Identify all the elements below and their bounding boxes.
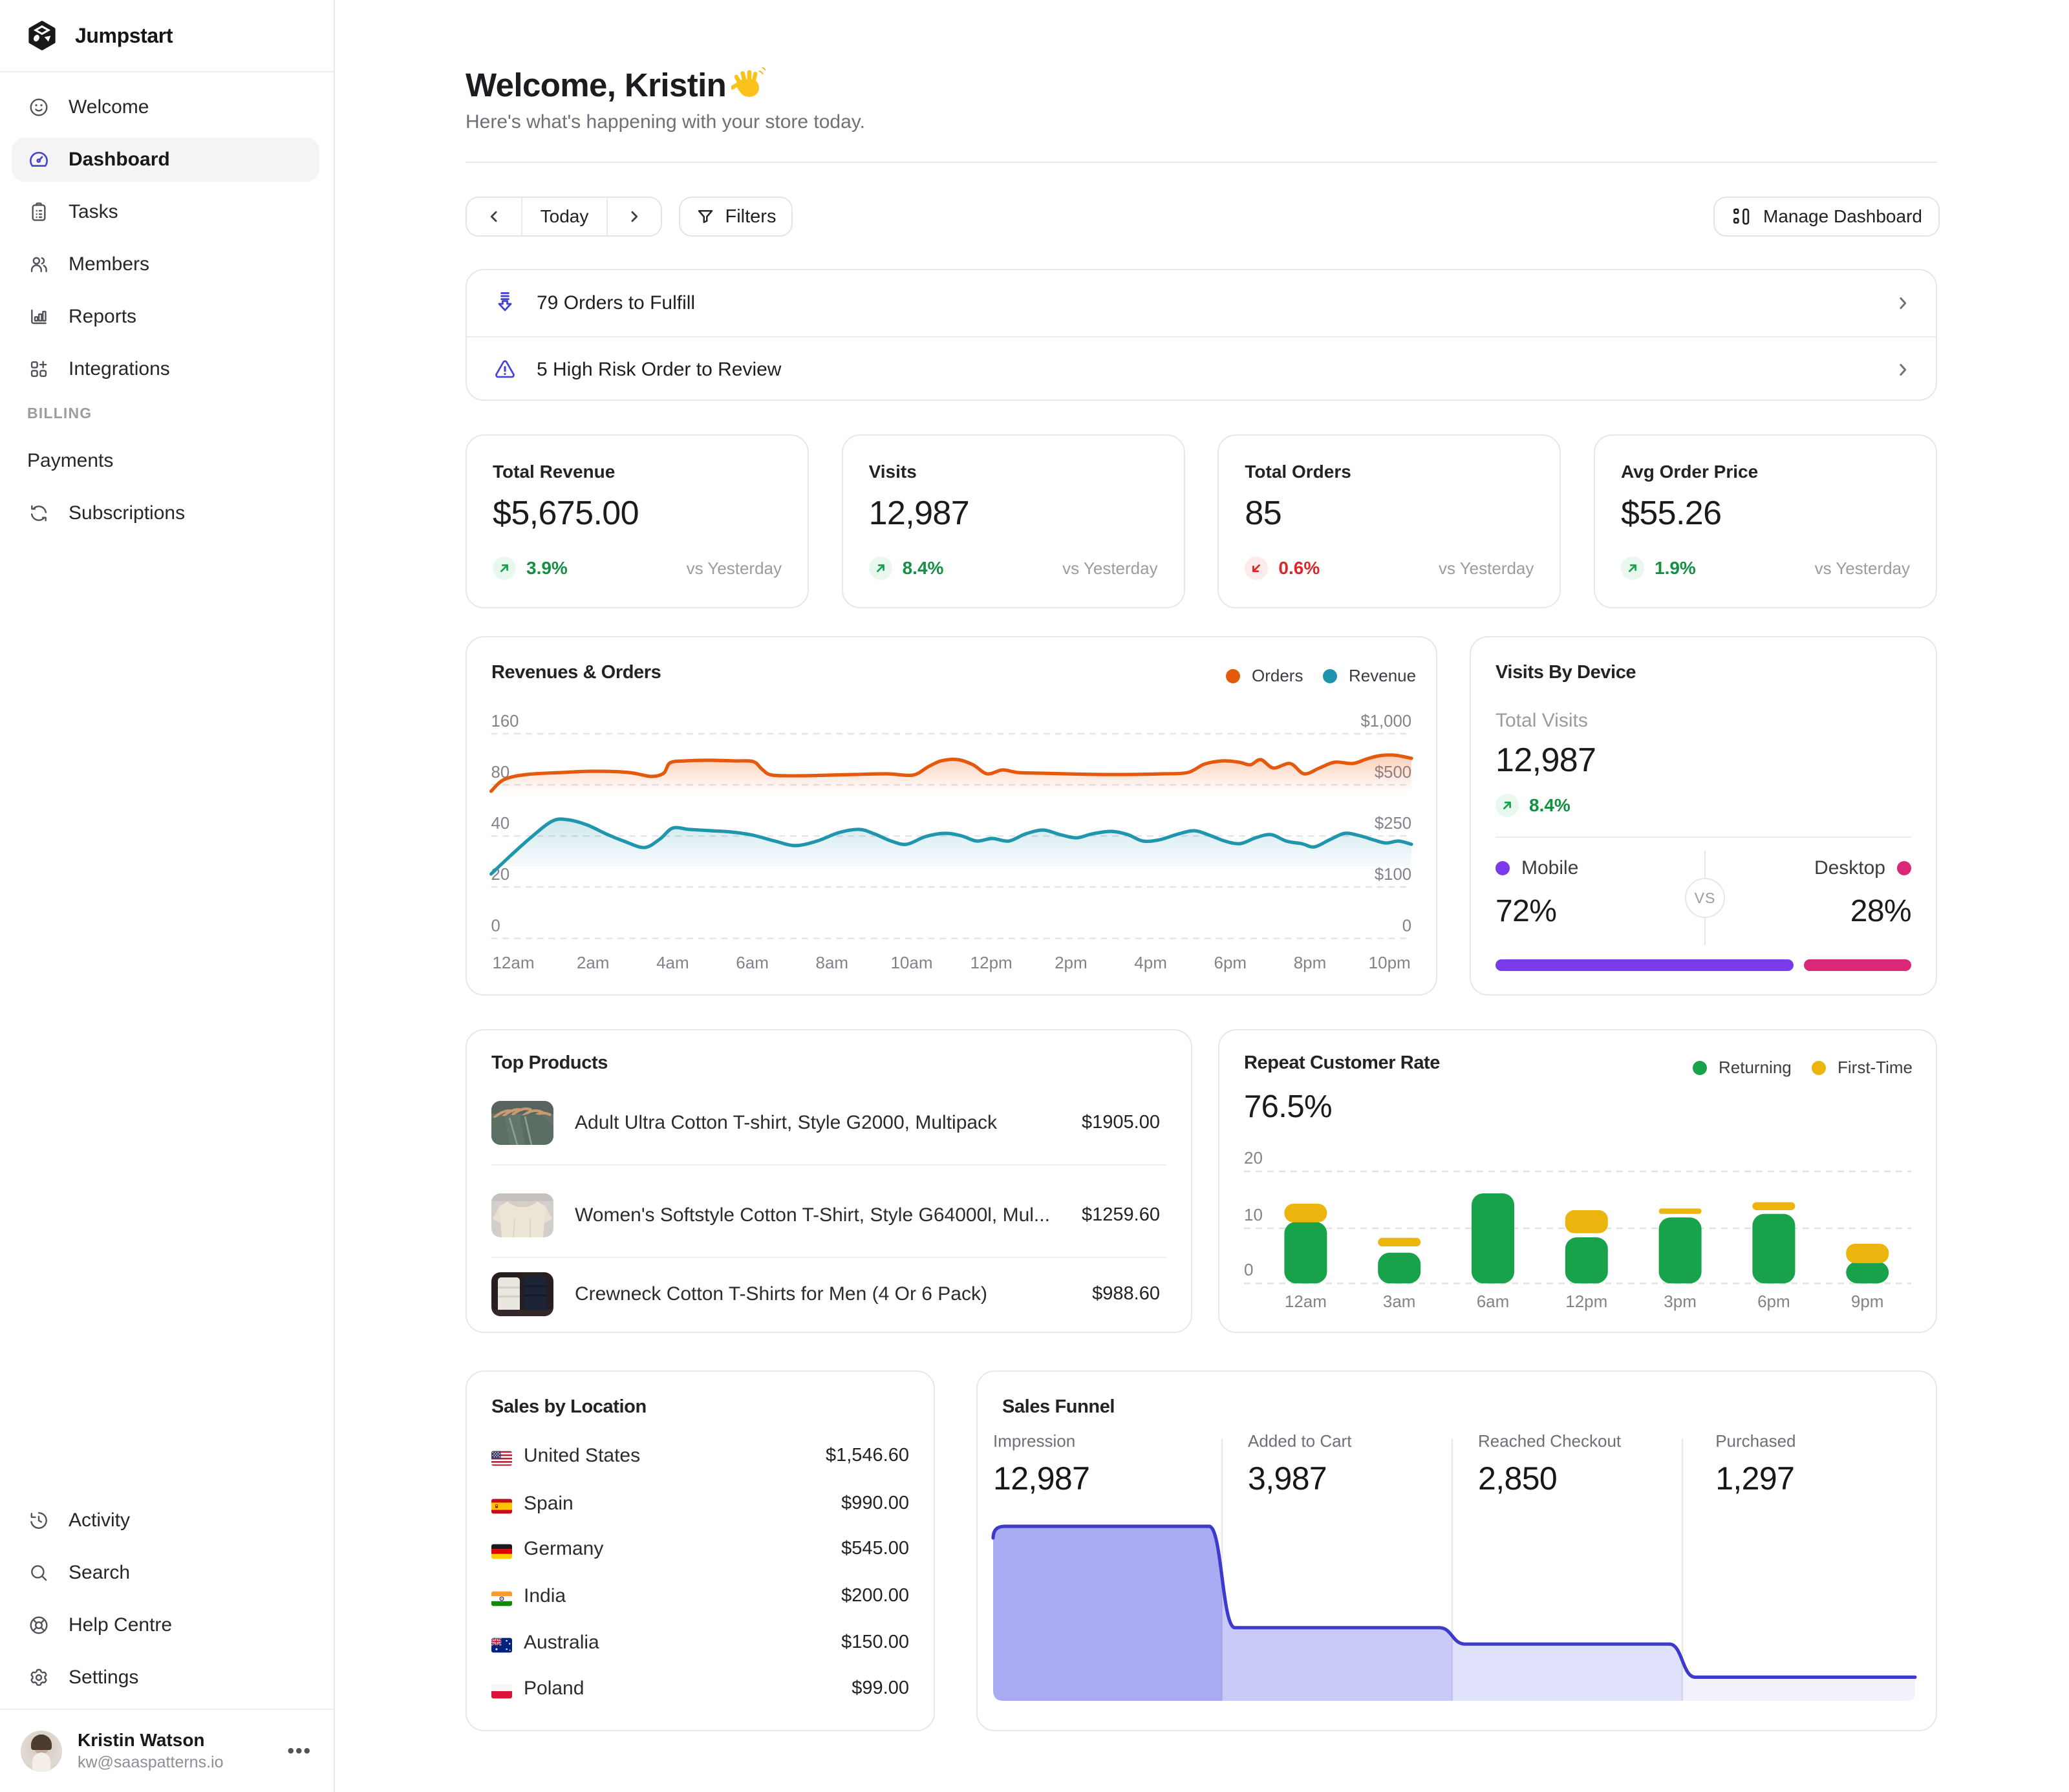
svg-text:160: 160 bbox=[491, 712, 519, 731]
svg-text:0: 0 bbox=[491, 917, 500, 935]
svg-text:40: 40 bbox=[491, 815, 510, 833]
svg-text:$250: $250 bbox=[1375, 815, 1411, 833]
svg-text:$1,000: $1,000 bbox=[1360, 712, 1411, 731]
svg-text:0: 0 bbox=[1244, 1260, 1253, 1279]
svg-text:10: 10 bbox=[1244, 1205, 1263, 1224]
svg-text:20: 20 bbox=[1244, 1148, 1263, 1168]
svg-text:$100: $100 bbox=[1375, 866, 1411, 884]
svg-text:0: 0 bbox=[1402, 917, 1411, 935]
